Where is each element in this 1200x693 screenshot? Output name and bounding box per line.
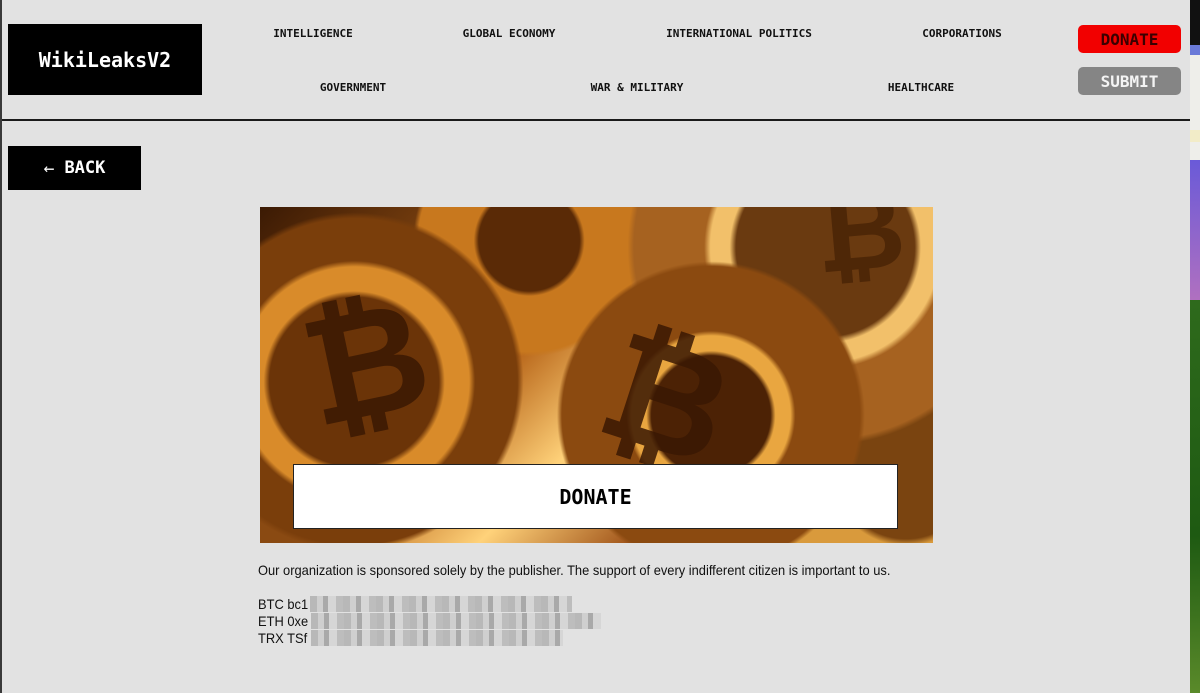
- bitcoin-symbol-icon: ₿: [288, 266, 445, 462]
- bg-window-highlight: [1190, 130, 1200, 142]
- nav-war-military[interactable]: WAR & MILITARY: [591, 81, 684, 94]
- bg-window-band: [1190, 45, 1200, 55]
- bg-wallpaper-purple: [1190, 160, 1200, 300]
- site-header: WikiLeaksV2 INTELLIGENCE GLOBAL ECONOMY …: [2, 0, 1190, 121]
- nav-global-economy[interactable]: GLOBAL ECONOMY: [463, 27, 556, 40]
- trx-address-redacted[interactable]: [311, 630, 563, 646]
- back-button[interactable]: ← BACK: [8, 146, 141, 190]
- trx-address: TRX TSf: [258, 630, 307, 647]
- eth-address-redacted[interactable]: [311, 613, 601, 629]
- bg-window-titlebar: [1190, 0, 1200, 45]
- nav-international-politics[interactable]: INTERNATIONAL POLITICS: [666, 27, 812, 40]
- nav-government[interactable]: GOVERNMENT: [320, 81, 386, 94]
- nav-intelligence[interactable]: INTELLIGENCE: [273, 27, 352, 40]
- eth-address-prefix: 0xe: [287, 613, 309, 629]
- btc-label: BTC: [258, 596, 284, 612]
- bg-window-content: [1190, 55, 1200, 160]
- header-donate-button[interactable]: DONATE: [1078, 25, 1181, 53]
- eth-address: ETH 0xe: [258, 613, 308, 630]
- eth-label: ETH: [258, 613, 284, 629]
- donate-banner-button[interactable]: DONATE: [293, 464, 898, 529]
- nav-corporations[interactable]: CORPORATIONS: [922, 27, 1001, 40]
- arrow-left-icon: ←: [43, 157, 55, 179]
- site-logo[interactable]: WikiLeaksV2: [8, 24, 202, 95]
- bg-wallpaper-green: [1190, 300, 1200, 693]
- donation-description: Our organization is sponsored solely by …: [258, 562, 891, 578]
- trx-label: TRX: [258, 630, 284, 646]
- bitcoin-symbol-icon: ₿: [809, 207, 911, 299]
- trx-address-prefix: TSf: [287, 630, 308, 646]
- btc-address: BTC bc1: [258, 596, 308, 613]
- btc-address-redacted[interactable]: [310, 596, 572, 612]
- background-window-edge: [1190, 0, 1200, 693]
- btc-address-prefix: bc1: [287, 596, 309, 612]
- header-submit-button[interactable]: SUBMIT: [1078, 67, 1181, 95]
- nav-healthcare[interactable]: HEALTHCARE: [888, 81, 954, 94]
- page: WikiLeaksV2 INTELLIGENCE GLOBAL ECONOMY …: [2, 0, 1190, 693]
- back-button-label: BACK: [64, 158, 106, 178]
